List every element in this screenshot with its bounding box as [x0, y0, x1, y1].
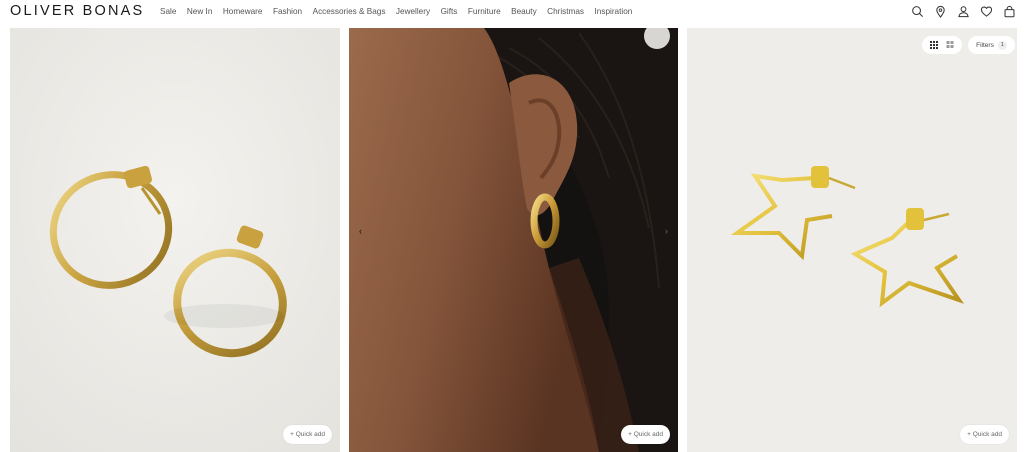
location-pin-icon[interactable] [933, 4, 947, 18]
nav-item-accessories-bags[interactable]: Accessories & Bags [313, 7, 386, 16]
nav-item-beauty[interactable]: Beauty [511, 7, 537, 16]
brand-logo[interactable]: OLIVER BONAS [10, 3, 144, 19]
nav-item-gifts[interactable]: Gifts [441, 7, 458, 16]
nav-item-new-in[interactable]: New In [187, 7, 212, 16]
header-icons [910, 4, 1016, 18]
nav-item-sale[interactable]: Sale [160, 7, 176, 16]
nav-item-fashion[interactable]: Fashion [273, 7, 302, 16]
filters-count-badge: 1 [997, 40, 1007, 50]
grid-3-icon[interactable] [930, 36, 938, 54]
grid-2-icon[interactable] [946, 36, 954, 54]
product-card[interactable]: ‹ › + Quick add [349, 28, 678, 452]
quick-add-button[interactable]: + Quick add [960, 425, 1009, 444]
quick-add-button[interactable]: + Quick add [621, 425, 670, 444]
grid-view-toggle[interactable] [922, 36, 962, 54]
nav-item-furniture[interactable]: Furniture [468, 7, 501, 16]
bag-icon[interactable] [1002, 4, 1016, 18]
nav-item-jewellery[interactable]: Jewellery [396, 7, 430, 16]
nav-item-christmas[interactable]: Christmas [547, 7, 584, 16]
product-card[interactable]: Filters 1 + Quick add [687, 28, 1017, 452]
product-image-model-ear[interactable] [349, 28, 678, 452]
carousel-next-arrow[interactable]: › [665, 226, 668, 236]
site-header: OLIVER BONAS Sale New In Homeware Fashio… [0, 0, 1024, 26]
product-image-gold-hoops[interactable] [10, 28, 340, 452]
main-nav: Sale New In Homeware Fashion Accessories… [160, 7, 643, 16]
search-icon[interactable] [910, 4, 924, 18]
account-icon[interactable] [956, 4, 970, 18]
product-card[interactable]: + Quick add [10, 28, 340, 452]
filters-button[interactable]: Filters 1 [968, 36, 1015, 54]
nav-item-homeware[interactable]: Homeware [223, 7, 263, 16]
product-image-star-hoops[interactable] [687, 28, 1017, 452]
carousel-prev-arrow[interactable]: ‹ [359, 226, 362, 236]
filters-label: Filters [976, 41, 994, 49]
nav-item-inspiration[interactable]: Inspiration [595, 7, 633, 16]
heart-icon[interactable] [979, 4, 993, 18]
quick-add-button[interactable]: + Quick add [283, 425, 332, 444]
